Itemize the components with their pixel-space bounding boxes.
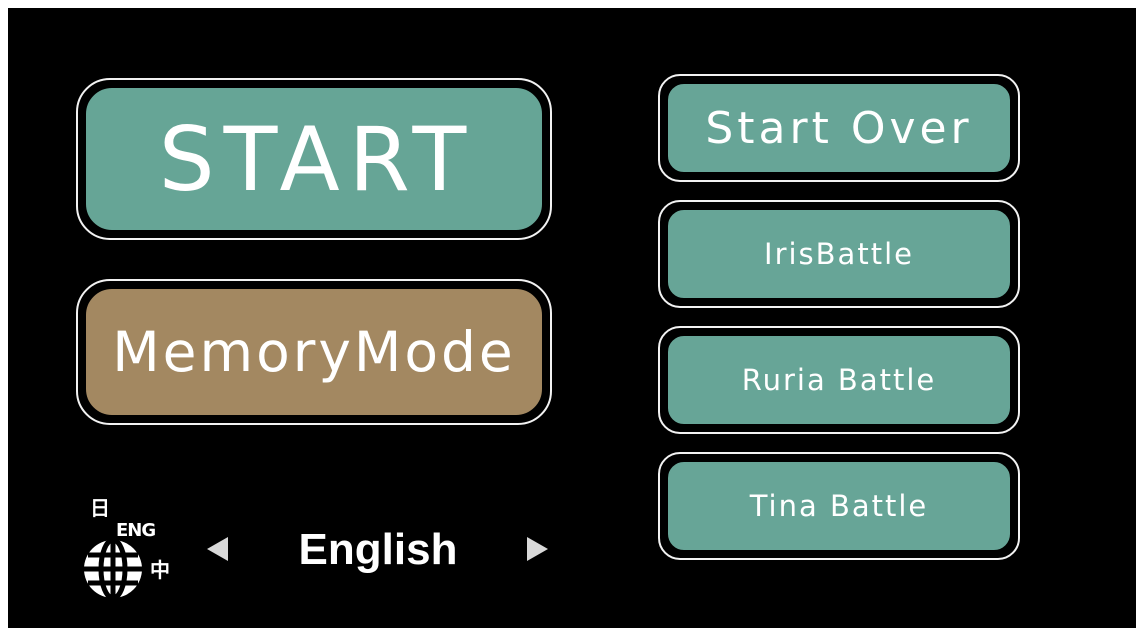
language-current-label: English xyxy=(298,525,458,574)
tina-battle-button-label: Tina Battle xyxy=(666,460,1012,552)
title-screen: START MemoryMode Start Over IrisBattle R… xyxy=(8,8,1136,628)
iris-battle-button[interactable]: IrisBattle xyxy=(658,200,1020,308)
arrow-right-icon[interactable] xyxy=(525,535,551,563)
chinese-glyph: 中 xyxy=(150,558,170,582)
start-over-button[interactable]: Start Over xyxy=(658,74,1020,182)
ruria-battle-button-label: Ruria Battle xyxy=(666,334,1012,426)
memory-mode-button-label: MemoryMode xyxy=(84,287,544,417)
language-globe-icon: 日 ENG 中 xyxy=(78,494,188,604)
start-button[interactable]: START xyxy=(76,78,552,240)
japanese-glyph: 日 xyxy=(90,496,110,520)
start-over-button-label: Start Over xyxy=(666,82,1012,174)
start-button-label: START xyxy=(84,86,544,232)
memory-mode-button[interactable]: MemoryMode xyxy=(76,279,552,425)
arrow-left-icon[interactable] xyxy=(204,535,230,563)
iris-battle-button-label: IrisBattle xyxy=(666,208,1012,300)
ruria-battle-button[interactable]: Ruria Battle xyxy=(658,326,1020,434)
tina-battle-button[interactable]: Tina Battle xyxy=(658,452,1020,560)
globe-icon xyxy=(84,538,142,600)
